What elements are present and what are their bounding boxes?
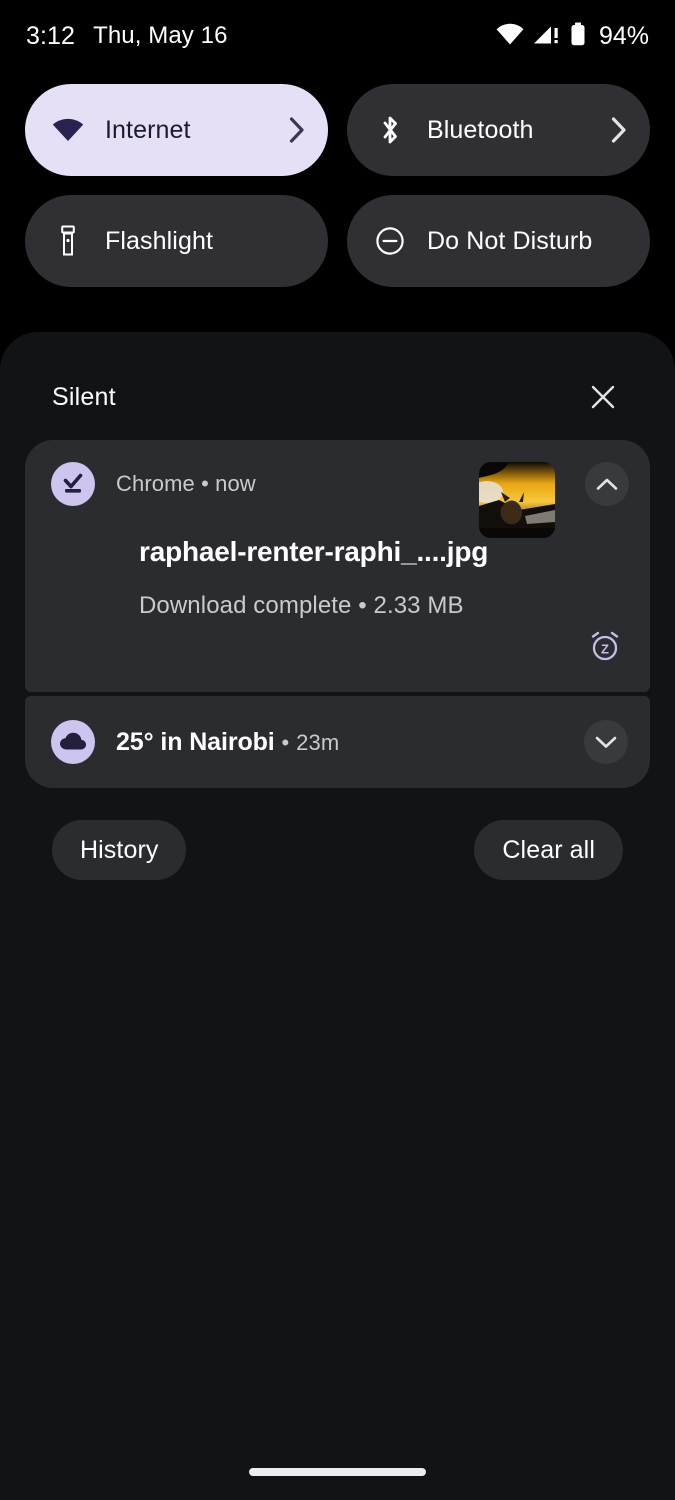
wifi-icon xyxy=(496,23,524,50)
notification-title: raphael-renter-raphi_....jpg xyxy=(139,536,489,567)
status-bar-date: Thu, May 16 xyxy=(93,22,228,49)
bluetooth-icon xyxy=(373,114,407,146)
download-complete-icon xyxy=(51,462,95,506)
quick-tile-internet[interactable]: Internet xyxy=(25,84,328,176)
status-bar-clock: 3:12 xyxy=(26,21,76,50)
do-not-disturb-icon xyxy=(373,226,407,256)
notification-body: Download complete • 2.33 MB xyxy=(139,592,464,619)
wifi-icon xyxy=(51,118,85,142)
notification-card-weather[interactable]: 25° in Nairobi • 23m xyxy=(25,696,650,788)
flashlight-icon xyxy=(51,225,85,257)
notification-time: now xyxy=(215,471,256,496)
chevron-right-icon[interactable] xyxy=(288,116,306,144)
quick-tile-flashlight[interactable]: Flashlight xyxy=(25,195,328,287)
chevron-down-icon[interactable] xyxy=(584,720,628,764)
battery-percent-label: 94% xyxy=(598,21,649,50)
chevron-up-icon[interactable] xyxy=(585,462,629,506)
notification-card-chrome-download[interactable]: Chrome • now raphael-renter-raphi_....jp… xyxy=(25,440,650,692)
weather-separator: • xyxy=(281,729,290,755)
notification-separator: • xyxy=(201,471,209,496)
quick-tile-bluetooth[interactable]: Bluetooth xyxy=(347,84,650,176)
cellular-signal-warning-icon xyxy=(533,23,561,50)
gesture-nav-handle[interactable] xyxy=(249,1468,426,1476)
status-bar-left: 3:12 Thu, May 16 xyxy=(26,22,228,51)
status-bar: 3:12 Thu, May 16 94% xyxy=(0,0,675,72)
android-notification-shade-screen: 3:12 Thu, May 16 94% Internet Bluetooth … xyxy=(0,0,675,1500)
notification-section-header: Silent xyxy=(52,372,623,422)
snooze-alarm-icon[interactable]: Z xyxy=(583,624,627,668)
history-button[interactable]: History xyxy=(52,820,187,880)
quick-tile-label: Bluetooth xyxy=(427,115,534,144)
weather-notification-text: 25° in Nairobi • 23m xyxy=(116,728,339,757)
weather-title: 25° in Nairobi xyxy=(116,727,275,756)
battery-icon xyxy=(570,22,586,51)
notification-app-row: Chrome • now xyxy=(51,462,256,506)
navigation-bar xyxy=(0,1444,675,1500)
quick-tile-label: Do Not Disturb xyxy=(427,226,593,255)
notification-shade-panel: Silent Chrome • now raphael-renter-raphi… xyxy=(0,332,675,1500)
quick-tile-do-not-disturb[interactable]: Do Not Disturb xyxy=(347,195,650,287)
notification-list: Chrome • now raphael-renter-raphi_....jp… xyxy=(25,440,650,788)
chevron-right-icon[interactable] xyxy=(610,116,628,144)
quick-tile-label: Flashlight xyxy=(105,226,213,255)
section-title-silent: Silent xyxy=(52,382,116,411)
sunset-photo-thumbnail[interactable] xyxy=(479,462,555,538)
quick-tile-label: Internet xyxy=(105,115,191,144)
weather-time: 23m xyxy=(296,729,340,755)
notification-app-name: Chrome xyxy=(116,471,195,496)
clear-all-button[interactable]: Clear all xyxy=(474,820,623,880)
cloud-weather-icon xyxy=(51,720,95,764)
shade-footer: History Clear all xyxy=(52,820,623,880)
svg-text:Z: Z xyxy=(601,642,609,657)
notification-app-meta: Chrome • now xyxy=(116,471,256,497)
status-bar-right: 94% xyxy=(496,22,649,51)
close-icon[interactable] xyxy=(583,377,623,417)
quick-settings-grid: Internet Bluetooth Flashlight Do Not Dis… xyxy=(25,84,650,287)
